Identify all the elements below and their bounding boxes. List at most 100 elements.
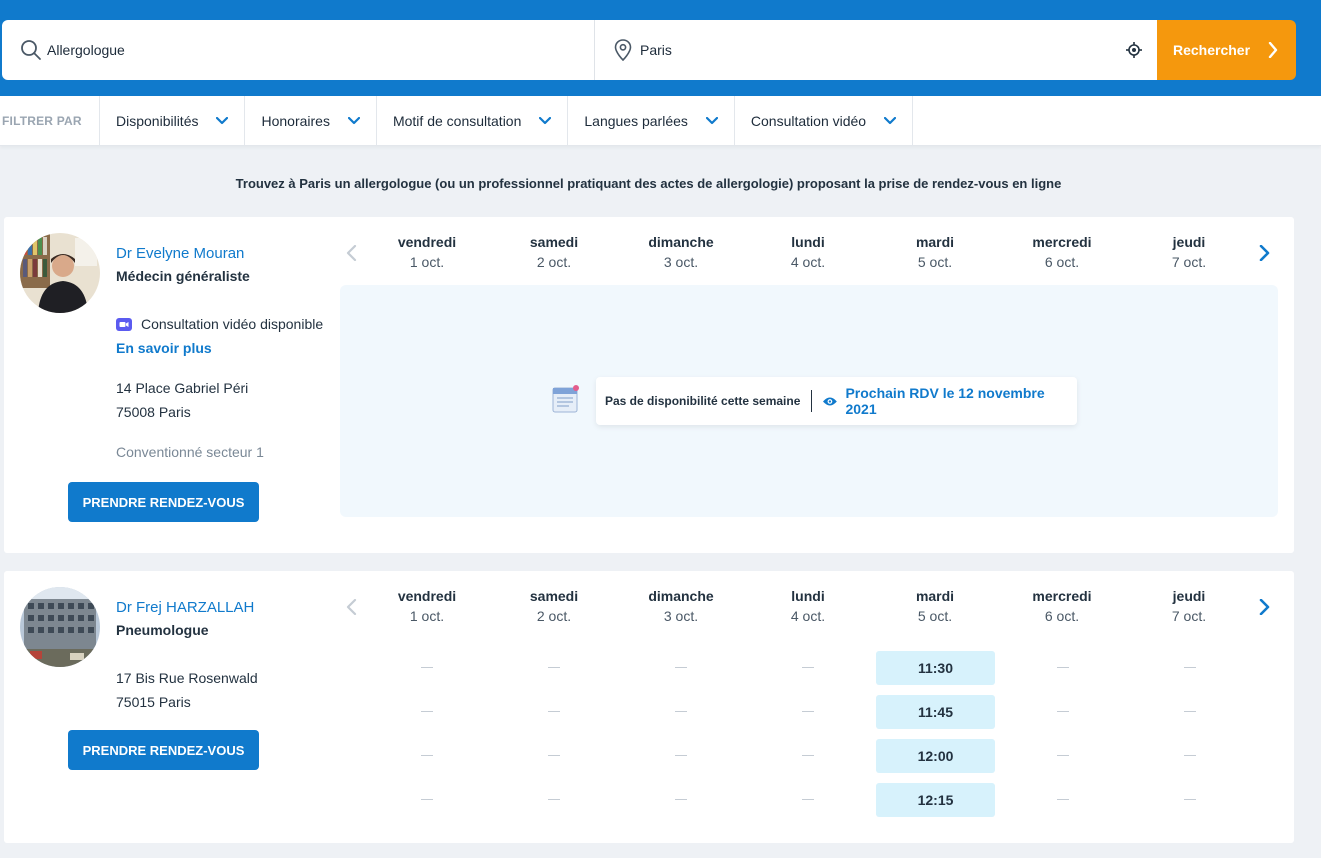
- time-slot-button[interactable]: 11:30: [876, 651, 995, 685]
- convention-sector: Conventionné secteur 1: [116, 444, 264, 460]
- day-header: jeudi 7 oct.: [1129, 234, 1249, 270]
- no-slot-dash: [675, 755, 687, 756]
- no-slot-dash: [548, 711, 560, 712]
- filter-label-text: Langues parlées: [584, 113, 688, 129]
- day-date: 6 oct.: [1044, 608, 1080, 624]
- filter-availability[interactable]: Disponibilités: [100, 96, 246, 146]
- day-date: 3 oct.: [663, 254, 699, 270]
- chevron-down-icon: [705, 117, 718, 125]
- day-name: lundi: [791, 234, 825, 250]
- geolocate-icon[interactable]: [1125, 41, 1143, 59]
- day-date: 1 oct.: [409, 608, 445, 624]
- no-slot-dash: [1184, 711, 1196, 712]
- no-availability-text: Pas de disponibilité cette semaine: [605, 394, 801, 408]
- no-slot-dash: [802, 711, 814, 712]
- no-slot-dash: [548, 667, 560, 668]
- day-header: dimanche 3 oct.: [621, 234, 741, 270]
- no-slot-dash: [421, 799, 433, 800]
- day-header: samedi 2 oct.: [494, 588, 614, 624]
- day-date: 2 oct.: [536, 254, 572, 270]
- day-name: samedi: [529, 234, 579, 250]
- no-slot-dash: [1184, 667, 1196, 668]
- no-slot-dash: [802, 755, 814, 756]
- specialty-search-value: Allergologue: [47, 42, 125, 58]
- doctor-card: Dr Evelyne Mouran Médecin généraliste Co…: [4, 217, 1294, 553]
- chevron-right-icon[interactable]: [1257, 245, 1271, 261]
- no-slot-dash: [802, 667, 814, 668]
- day-header: lundi 4 oct.: [748, 234, 868, 270]
- day-header: mardi 5 oct.: [875, 234, 995, 270]
- no-slot-dash: [1184, 755, 1196, 756]
- next-appointment-text: Prochain RDV le 12 novembre 2021: [845, 385, 1045, 417]
- filter-video[interactable]: Consultation vidéo: [735, 96, 914, 146]
- address-city: 75008 Paris: [116, 404, 191, 420]
- time-slot-button[interactable]: 11:45: [876, 695, 995, 729]
- no-slot-dash: [421, 711, 433, 712]
- chevron-down-icon: [347, 117, 360, 125]
- day-header: vendredi 1 oct.: [367, 588, 487, 624]
- day-header: jeudi 7 oct.: [1129, 588, 1249, 624]
- day-date: 3 oct.: [663, 608, 699, 624]
- day-name: jeudi: [1172, 588, 1206, 604]
- filter-label-text: Consultation vidéo: [750, 113, 867, 129]
- doctor-name-link[interactable]: Dr Frej HARZALLAH: [116, 599, 254, 616]
- day-name: vendredi: [397, 234, 457, 250]
- results-headline: Trouvez à Paris un allergologue (ou un p…: [235, 176, 1062, 191]
- day-name: dimanche: [648, 234, 714, 250]
- search-button[interactable]: Rechercher: [1157, 20, 1296, 80]
- no-slot-dash: [421, 667, 433, 668]
- time-slot-button[interactable]: 12:00: [876, 739, 995, 773]
- address-city: 75015 Paris: [116, 694, 191, 710]
- book-appointment-button[interactable]: PRENDRE RENDEZ-VOUS: [68, 482, 259, 522]
- day-date: 2 oct.: [536, 608, 572, 624]
- avatar[interactable]: [20, 587, 100, 667]
- day-name: jeudi: [1172, 234, 1206, 250]
- day-date: 7 oct.: [1171, 608, 1207, 624]
- chevron-right-icon[interactable]: [1257, 599, 1271, 615]
- filter-fees[interactable]: Honoraires: [245, 96, 377, 146]
- day-date: 6 oct.: [1044, 254, 1080, 270]
- no-slot-dash: [1057, 667, 1069, 668]
- no-availability-notice: Pas de disponibilité cette semaine Proch…: [596, 377, 1077, 425]
- day-name: vendredi: [397, 588, 457, 604]
- no-slot-dash: [1057, 755, 1069, 756]
- filter-label-text: Disponibilités: [116, 113, 199, 129]
- day-name: dimanche: [648, 588, 714, 604]
- day-date: 5 oct.: [917, 608, 953, 624]
- day-date: 4 oct.: [790, 608, 826, 624]
- filter-label-text: Motif de consultation: [392, 113, 522, 129]
- next-appointment-link[interactable]: Prochain RDV le 12 novembre 2021: [812, 385, 1077, 417]
- filter-reason[interactable]: Motif de consultation: [377, 96, 569, 146]
- specialty-search-input[interactable]: Allergologue: [2, 20, 595, 80]
- no-slot-dash: [1184, 799, 1196, 800]
- day-name: mercredi: [1032, 234, 1092, 250]
- location-search-input[interactable]: Paris: [595, 20, 1157, 80]
- day-name: samedi: [529, 588, 579, 604]
- search-box: Allergologue Paris: [2, 20, 1157, 80]
- chevron-left-icon[interactable]: [345, 245, 359, 261]
- filter-languages[interactable]: Langues parlées: [568, 96, 735, 146]
- day-name: lundi: [791, 588, 825, 604]
- time-slot-button[interactable]: 12:15: [876, 783, 995, 817]
- no-slot-dash: [675, 667, 687, 668]
- day-date: 7 oct.: [1171, 254, 1207, 270]
- no-availability-panel: Pas de disponibilité cette semaine Proch…: [340, 285, 1278, 517]
- day-name: mardi: [915, 234, 955, 250]
- day-header: lundi 4 oct.: [748, 588, 868, 624]
- no-slot-dash: [548, 799, 560, 800]
- avatar[interactable]: [20, 233, 100, 313]
- chevron-down-icon: [539, 117, 552, 125]
- book-appointment-button[interactable]: PRENDRE RENDEZ-VOUS: [68, 730, 259, 770]
- search-button-label: Rechercher: [1173, 42, 1251, 58]
- calendar-icon: [552, 385, 579, 413]
- learn-more-link[interactable]: En savoir plus: [116, 340, 212, 356]
- day-date: 4 oct.: [790, 254, 826, 270]
- chevron-left-icon[interactable]: [345, 599, 359, 615]
- filter-by-label: FILTRER PAR: [0, 96, 100, 146]
- chevron-down-icon: [884, 117, 897, 125]
- doctor-photo: [20, 233, 100, 313]
- day-header: mardi 5 oct.: [875, 588, 995, 624]
- video-camera-icon: [116, 317, 132, 331]
- doctor-name-link[interactable]: Dr Evelyne Mouran: [116, 245, 244, 262]
- filter-bar: FILTRER PAR Disponibilités Honoraires Mo…: [0, 96, 1321, 146]
